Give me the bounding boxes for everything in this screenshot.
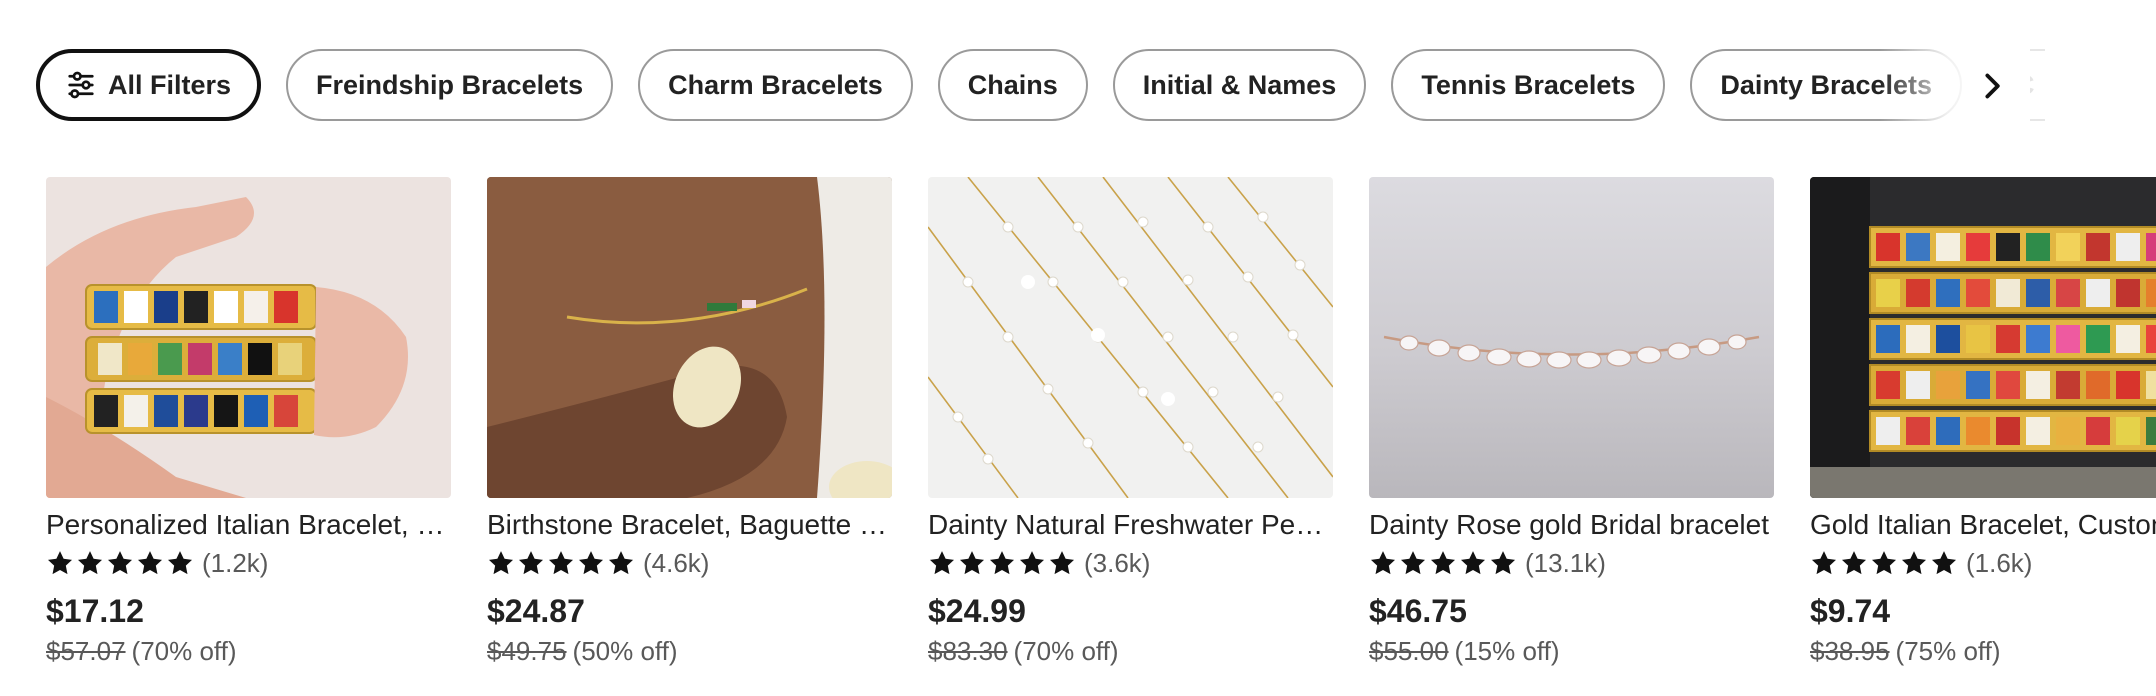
star-icon — [167, 551, 193, 575]
star-icon — [1901, 551, 1927, 575]
original-price: $38.95 — [1810, 636, 1890, 666]
star-rating — [487, 549, 635, 577]
star-icon — [989, 551, 1015, 575]
star-icon — [959, 551, 985, 575]
star-icon — [608, 551, 634, 575]
star-rating — [1810, 549, 1958, 577]
chip-freindship-bracelets[interactable]: Freindship Bracelets — [286, 49, 614, 121]
sale-price: $24.87 — [487, 593, 585, 629]
review-count: (1.2k) — [202, 547, 269, 578]
product-title[interactable]: Gold Italian Bracelet, Custom — [1810, 508, 2156, 542]
discount-label: (70% off) — [1013, 636, 1119, 666]
product-image[interactable] — [1810, 177, 2156, 498]
italian-charm-bracelet-photo — [46, 177, 451, 498]
review-count: (4.6k) — [643, 547, 710, 578]
star-icon — [548, 551, 574, 575]
pearl-bracelets-photo — [928, 177, 1333, 498]
rose-gold-bracelet-photo — [1369, 177, 1774, 498]
product-rating: (3.6k) — [928, 548, 1333, 578]
sale-price: $24.99 — [928, 593, 1026, 629]
all-filters-label: All Filters — [108, 69, 232, 100]
stacked-italian-bracelets-photo — [1810, 177, 2156, 498]
original-price-row: $55.00 (15% off) — [1369, 636, 1774, 667]
product-image[interactable] — [487, 177, 892, 498]
product-card[interactable]: Dainty Rose gold Bridal bracelet (13.1k)… — [1369, 177, 1774, 667]
review-count: (1.6k) — [1966, 547, 2033, 578]
sliders-icon — [68, 71, 94, 99]
discount-label: (70% off) — [131, 636, 237, 666]
star-icon — [1370, 551, 1396, 575]
product-card[interactable]: Birthstone Bracelet, Baguette Bracelet (… — [487, 177, 892, 667]
chip-chains[interactable]: Chains — [937, 49, 1088, 121]
discount-label: (75% off) — [1895, 636, 2001, 666]
sale-price: $9.74 — [1810, 593, 1891, 629]
product-card[interactable]: Personalized Italian Bracelet, Custom Ch… — [46, 177, 451, 667]
star-icon — [518, 551, 544, 575]
star-icon — [1490, 551, 1516, 575]
birthstone-bracelet-photo — [487, 177, 892, 498]
product-image[interactable] — [928, 177, 1333, 498]
star-icon — [1841, 551, 1867, 575]
sale-price: $17.12 — [46, 593, 144, 629]
star-icon — [1049, 551, 1075, 575]
star-icon — [1430, 551, 1456, 575]
chip-tennis-bracelets[interactable]: Tennis Bracelets — [1391, 49, 1666, 121]
product-rating: (13.1k) — [1369, 548, 1774, 578]
review-count: (3.6k) — [1084, 547, 1151, 578]
discount-label: (50% off) — [572, 636, 678, 666]
star-icon — [1019, 551, 1045, 575]
star-icon — [929, 551, 955, 575]
star-icon — [1460, 551, 1486, 575]
product-title[interactable]: Dainty Rose gold Bridal bracelet — [1369, 508, 1774, 542]
star-icon — [1931, 551, 1957, 575]
original-price-row: $83.30 (70% off) — [928, 636, 1333, 667]
original-price-row: $38.95 (75% off) — [1810, 636, 2156, 667]
product-title[interactable]: Personalized Italian Bracelet, Custom Ch… — [46, 508, 451, 542]
review-count: (13.1k) — [1525, 547, 1606, 578]
star-icon — [107, 551, 133, 575]
chip-initial-names[interactable]: Initial & Names — [1112, 49, 1367, 121]
product-title[interactable]: Birthstone Bracelet, Baguette Bracelet — [487, 508, 892, 542]
page: All Filters Freindship Bracelets Charm B… — [0, 0, 2156, 696]
product-rating: (1.2k) — [46, 548, 451, 578]
discount-label: (15% off) — [1454, 636, 1560, 666]
star-icon — [47, 551, 73, 575]
product-image[interactable] — [1369, 177, 1774, 498]
star-icon — [488, 551, 514, 575]
product-rating: (1.6k) — [1810, 548, 2156, 578]
chevron-right-icon — [1985, 73, 2000, 99]
star-icon — [578, 551, 604, 575]
original-price: $83.30 — [928, 636, 1008, 666]
product-image[interactable] — [46, 177, 451, 498]
original-price-row: $49.75 (50% off) — [487, 636, 892, 667]
star-rating — [1369, 549, 1517, 577]
original-price: $55.00 — [1369, 636, 1449, 666]
original-price: $57.07 — [46, 636, 126, 666]
original-price: $49.75 — [487, 636, 567, 666]
star-icon — [1871, 551, 1897, 575]
star-rating — [928, 549, 1076, 577]
original-price-row: $57.07 (70% off) — [46, 636, 451, 667]
filter-chip-bar: All Filters Freindship Bracelets Charm B… — [36, 49, 2046, 121]
product-title[interactable]: Dainty Natural Freshwater Pearl Bracelet — [928, 508, 1333, 542]
chip-scroll-next-button[interactable] — [1972, 66, 2012, 106]
product-card[interactable]: Gold Italian Bracelet, Custom (1.6k) $9.… — [1810, 177, 2156, 667]
star-icon — [1811, 551, 1837, 575]
star-icon — [1400, 551, 1426, 575]
chip-dainty-bracelets[interactable]: Dainty Bracelets — [1690, 49, 1963, 121]
product-card[interactable]: Dainty Natural Freshwater Pearl Bracelet… — [928, 177, 1333, 667]
star-icon — [77, 551, 103, 575]
sale-price: $46.75 — [1369, 593, 1467, 629]
product-rating: (4.6k) — [487, 548, 892, 578]
all-filters-button[interactable]: All Filters — [36, 49, 262, 121]
chip-charm-bracelets[interactable]: Charm Bracelets — [638, 49, 913, 121]
star-icon — [137, 551, 163, 575]
star-rating — [46, 549, 194, 577]
